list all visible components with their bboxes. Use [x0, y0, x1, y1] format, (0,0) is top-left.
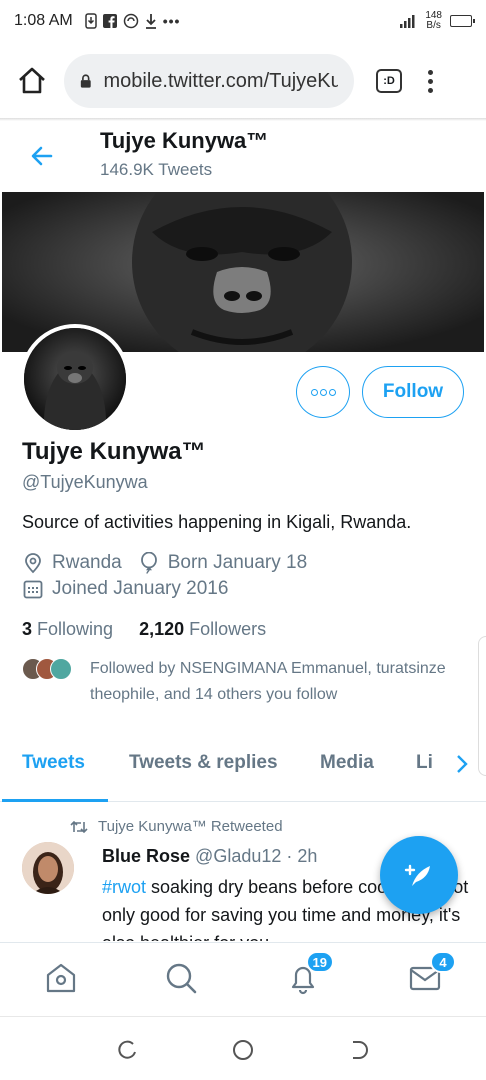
tab-tweets[interactable]: Tweets: [22, 752, 85, 774]
back-icon: [353, 1041, 368, 1059]
profile-avatar[interactable]: [20, 324, 130, 434]
browser-menu-button[interactable]: [428, 69, 433, 93]
more-dot: [319, 388, 327, 396]
following-link[interactable]: 3 Following: [22, 619, 113, 640]
compose-tweet-button[interactable]: [380, 836, 458, 914]
system-back-button[interactable]: [348, 1039, 370, 1061]
back-button[interactable]: [26, 140, 58, 172]
balloon-icon: [138, 552, 160, 574]
compose-feather-icon: [404, 864, 430, 886]
followed-by[interactable]: Followed by NSENGIMANA Emmanuel, turatsi…: [22, 656, 470, 708]
notification-icons: •••: [84, 13, 181, 29]
tweet-author-name[interactable]: Blue Rose: [102, 846, 190, 866]
nav-notifications[interactable]: 19: [286, 951, 334, 997]
more-notifications: •••: [162, 13, 181, 29]
circle-home-icon: [233, 1040, 253, 1060]
author-photo: [22, 842, 74, 894]
tweet-hashtag[interactable]: #rwot: [102, 877, 146, 897]
header-title: Tujye Kunywa™: [100, 128, 269, 153]
system-recents-button[interactable]: [116, 1039, 138, 1061]
status-right: 148 B/s: [399, 11, 475, 31]
followed-by-text: Followed by NSENGIMANA Emmanuel, turatsi…: [90, 660, 446, 703]
system-home-button[interactable]: [232, 1039, 254, 1061]
home-icon: [46, 963, 76, 993]
more-options-button[interactable]: [296, 366, 350, 418]
followers-link[interactable]: 2,120 Followers: [139, 619, 266, 640]
tabs-scroll-right-button[interactable]: [452, 752, 472, 776]
nav-explore[interactable]: [164, 961, 200, 997]
system-navigation-bar: [0, 1016, 486, 1080]
profile-handle: @TujyeKunywa: [22, 472, 148, 492]
profile-joined-row: Joined January 2016: [22, 578, 228, 600]
profile-birthday: Born January 18: [167, 552, 308, 573]
calendar-icon: [22, 578, 44, 600]
tab-media[interactable]: Media: [320, 752, 374, 774]
home-button[interactable]: [12, 61, 52, 101]
nav-messages[interactable]: 4: [408, 951, 456, 997]
lock-icon: [80, 74, 91, 88]
retweet-icon: [70, 820, 88, 833]
download-icon: [84, 13, 97, 29]
follow-button[interactable]: Follow: [362, 366, 464, 418]
follower-avatars: [22, 656, 78, 682]
menu-dot: [428, 78, 433, 84]
gorilla-avatar-image: [24, 328, 126, 430]
following-label: Following: [37, 619, 114, 639]
back-arrow-icon: [31, 146, 53, 166]
signal-icon: [400, 15, 415, 28]
profile-joined: Joined January 2016: [52, 578, 229, 599]
facebook-icon: [102, 14, 117, 28]
tab-tweets-replies[interactable]: Tweets & replies: [129, 752, 278, 774]
url-text[interactable]: mobile.twitter.com/TujyeKunywa: [104, 70, 338, 93]
menu-dot: [428, 69, 433, 75]
tab-likes[interactable]: Li: [416, 752, 433, 774]
battery-icon: [450, 15, 475, 27]
download-arrow-icon: [145, 14, 156, 29]
menu-dot: [428, 87, 433, 93]
tweet-author-avatar[interactable]: [22, 842, 74, 894]
profile-meta-row: Rwanda Born January 18: [22, 552, 307, 574]
toolbar-shadow: [0, 118, 486, 121]
tweet-header: Blue Rose @Gladu12 · 2h: [102, 846, 317, 867]
tweet-author-handle[interactable]: @Gladu12: [195, 846, 281, 866]
vpn-icon: [123, 13, 138, 29]
edge-panel-handle[interactable]: [478, 636, 486, 776]
net-speed: 148 B/s: [425, 11, 442, 31]
tweet-time[interactable]: · 2h: [286, 846, 317, 866]
retweeted-by-text: Tujye Kunywa™ Retweeted: [98, 818, 283, 835]
followers-count: 2,120: [139, 619, 185, 639]
nav-home[interactable]: [44, 961, 80, 997]
location-icon: [22, 552, 44, 574]
home-icon: [19, 67, 45, 94]
address-bar[interactable]: mobile.twitter.com/TujyeKunywa: [64, 54, 354, 108]
browser-toolbar: mobile.twitter.com/TujyeKunywa :D: [0, 48, 486, 114]
tweet-count: 146.9K Tweets: [100, 160, 213, 179]
retweet-context: Tujye Kunywa™ Retweeted: [70, 818, 283, 835]
following-count: 3: [22, 619, 33, 639]
net-speed-unit: B/s: [426, 20, 441, 31]
follower-avatar: [50, 658, 72, 680]
profile-location: Rwanda: [52, 552, 122, 573]
profile-bio: Source of activities happening in Kigali…: [22, 512, 412, 532]
followers-label: Followers: [189, 619, 267, 639]
profile-tabs: Tweets Tweets & replies Media Li: [0, 740, 486, 802]
recents-icon: [118, 1040, 136, 1059]
more-dot: [328, 388, 336, 396]
follow-stats: 3 Following 2,120 Followers: [22, 619, 266, 640]
tab-switcher-button[interactable]: :D: [376, 69, 402, 93]
profile-header: Tujye Kunywa™ 146.9K Tweets: [0, 122, 486, 192]
notifications-badge: 19: [305, 951, 334, 973]
search-icon: [166, 963, 197, 994]
bottom-navigation: 19 4: [0, 942, 486, 1016]
status-bar: 1:08 AM ••• 148 B/s: [0, 0, 486, 42]
more-dot: [310, 388, 318, 396]
chevron-right-icon: [457, 755, 468, 773]
profile-display-name: Tujye Kunywa™: [22, 438, 206, 465]
status-time: 1:08 AM: [14, 12, 73, 29]
active-tab-indicator: [2, 799, 108, 802]
messages-badge: 4: [430, 951, 456, 973]
